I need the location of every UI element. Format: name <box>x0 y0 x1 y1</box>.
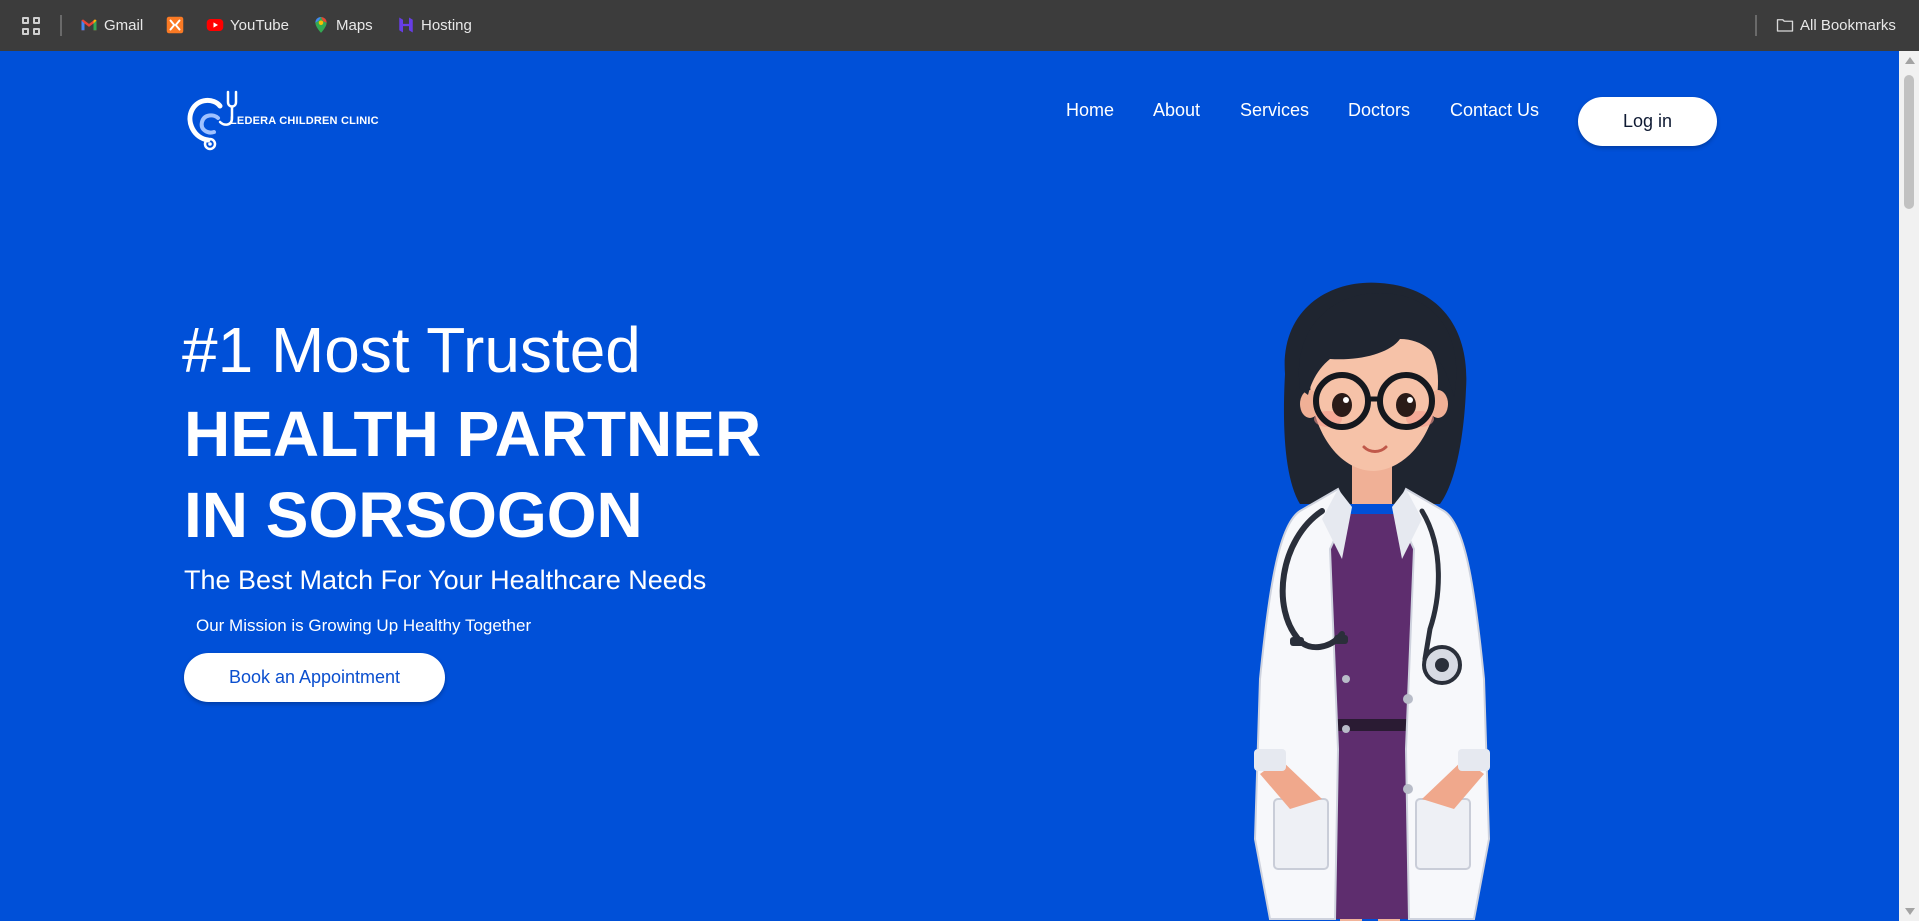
bookmark-label: Hosting <box>421 16 472 34</box>
hero-headline-line3: IN SORSOGON <box>184 479 643 551</box>
hero-headline-line1: #1 Most Trusted <box>182 314 641 386</box>
bookmark-label: YouTube <box>230 16 289 34</box>
nav-about[interactable]: About <box>1153 100 1200 121</box>
scrollbar-thumb[interactable] <box>1904 75 1914 209</box>
login-button[interactable]: Log in <box>1578 97 1717 146</box>
doctor-illustration <box>1253 282 1491 921</box>
nav-services[interactable]: Services <box>1240 100 1309 121</box>
bookmark-xampp[interactable] <box>166 14 184 36</box>
nav-doctors[interactable]: Doctors <box>1348 100 1410 121</box>
book-appointment-button[interactable]: Book an Appointment <box>184 653 445 702</box>
nav-home[interactable]: Home <box>1066 100 1114 121</box>
hero-mission: Our Mission is Growing Up Healthy Togeth… <box>196 616 532 635</box>
bookmark-maps[interactable]: Maps <box>312 14 373 36</box>
scroll-down-arrow-icon[interactable] <box>1905 908 1915 915</box>
bookmark-label: Maps <box>336 16 373 34</box>
hero-headline-line2: HEALTH PARTNER <box>184 398 762 470</box>
scroll-up-arrow-icon[interactable] <box>1905 57 1915 64</box>
clinic-logo[interactable]: LEDERA CHILDREN CLINIC <box>184 88 379 152</box>
maps-icon <box>315 17 327 33</box>
xampp-icon <box>166 16 184 34</box>
page: LEDERA CHILDREN CLINIC Home About Servic… <box>0 51 1899 921</box>
nav-contact-us[interactable]: Contact Us <box>1450 100 1539 121</box>
all-bookmarks-button[interactable]: All Bookmarks <box>1776 14 1896 36</box>
bookmark-gmail[interactable]: Gmail <box>80 14 143 36</box>
apps-grid-icon[interactable] <box>22 17 40 35</box>
folder-icon <box>1776 19 1794 32</box>
all-bookmarks-label: All Bookmarks <box>1800 16 1896 34</box>
gmail-icon <box>81 19 97 31</box>
hostinger-icon <box>399 17 413 33</box>
bookmark-label: Gmail <box>104 16 144 34</box>
bookmark-hosting[interactable]: Hosting <box>397 14 472 36</box>
bookmarks-bar: Gmail YouTube Maps Hosting All Bookmarks <box>0 0 1919 51</box>
bookmark-youtube[interactable]: YouTube <box>206 14 289 36</box>
youtube-icon <box>206 19 224 31</box>
bookmarks-divider <box>60 15 62 36</box>
page-scrollbar[interactable] <box>1899 51 1919 921</box>
logo-text: LEDERA CHILDREN CLINIC <box>230 115 379 127</box>
hero-subtitle: The Best Match For Your Healthcare Needs <box>184 565 707 595</box>
bookmarks-divider <box>1755 15 1757 36</box>
